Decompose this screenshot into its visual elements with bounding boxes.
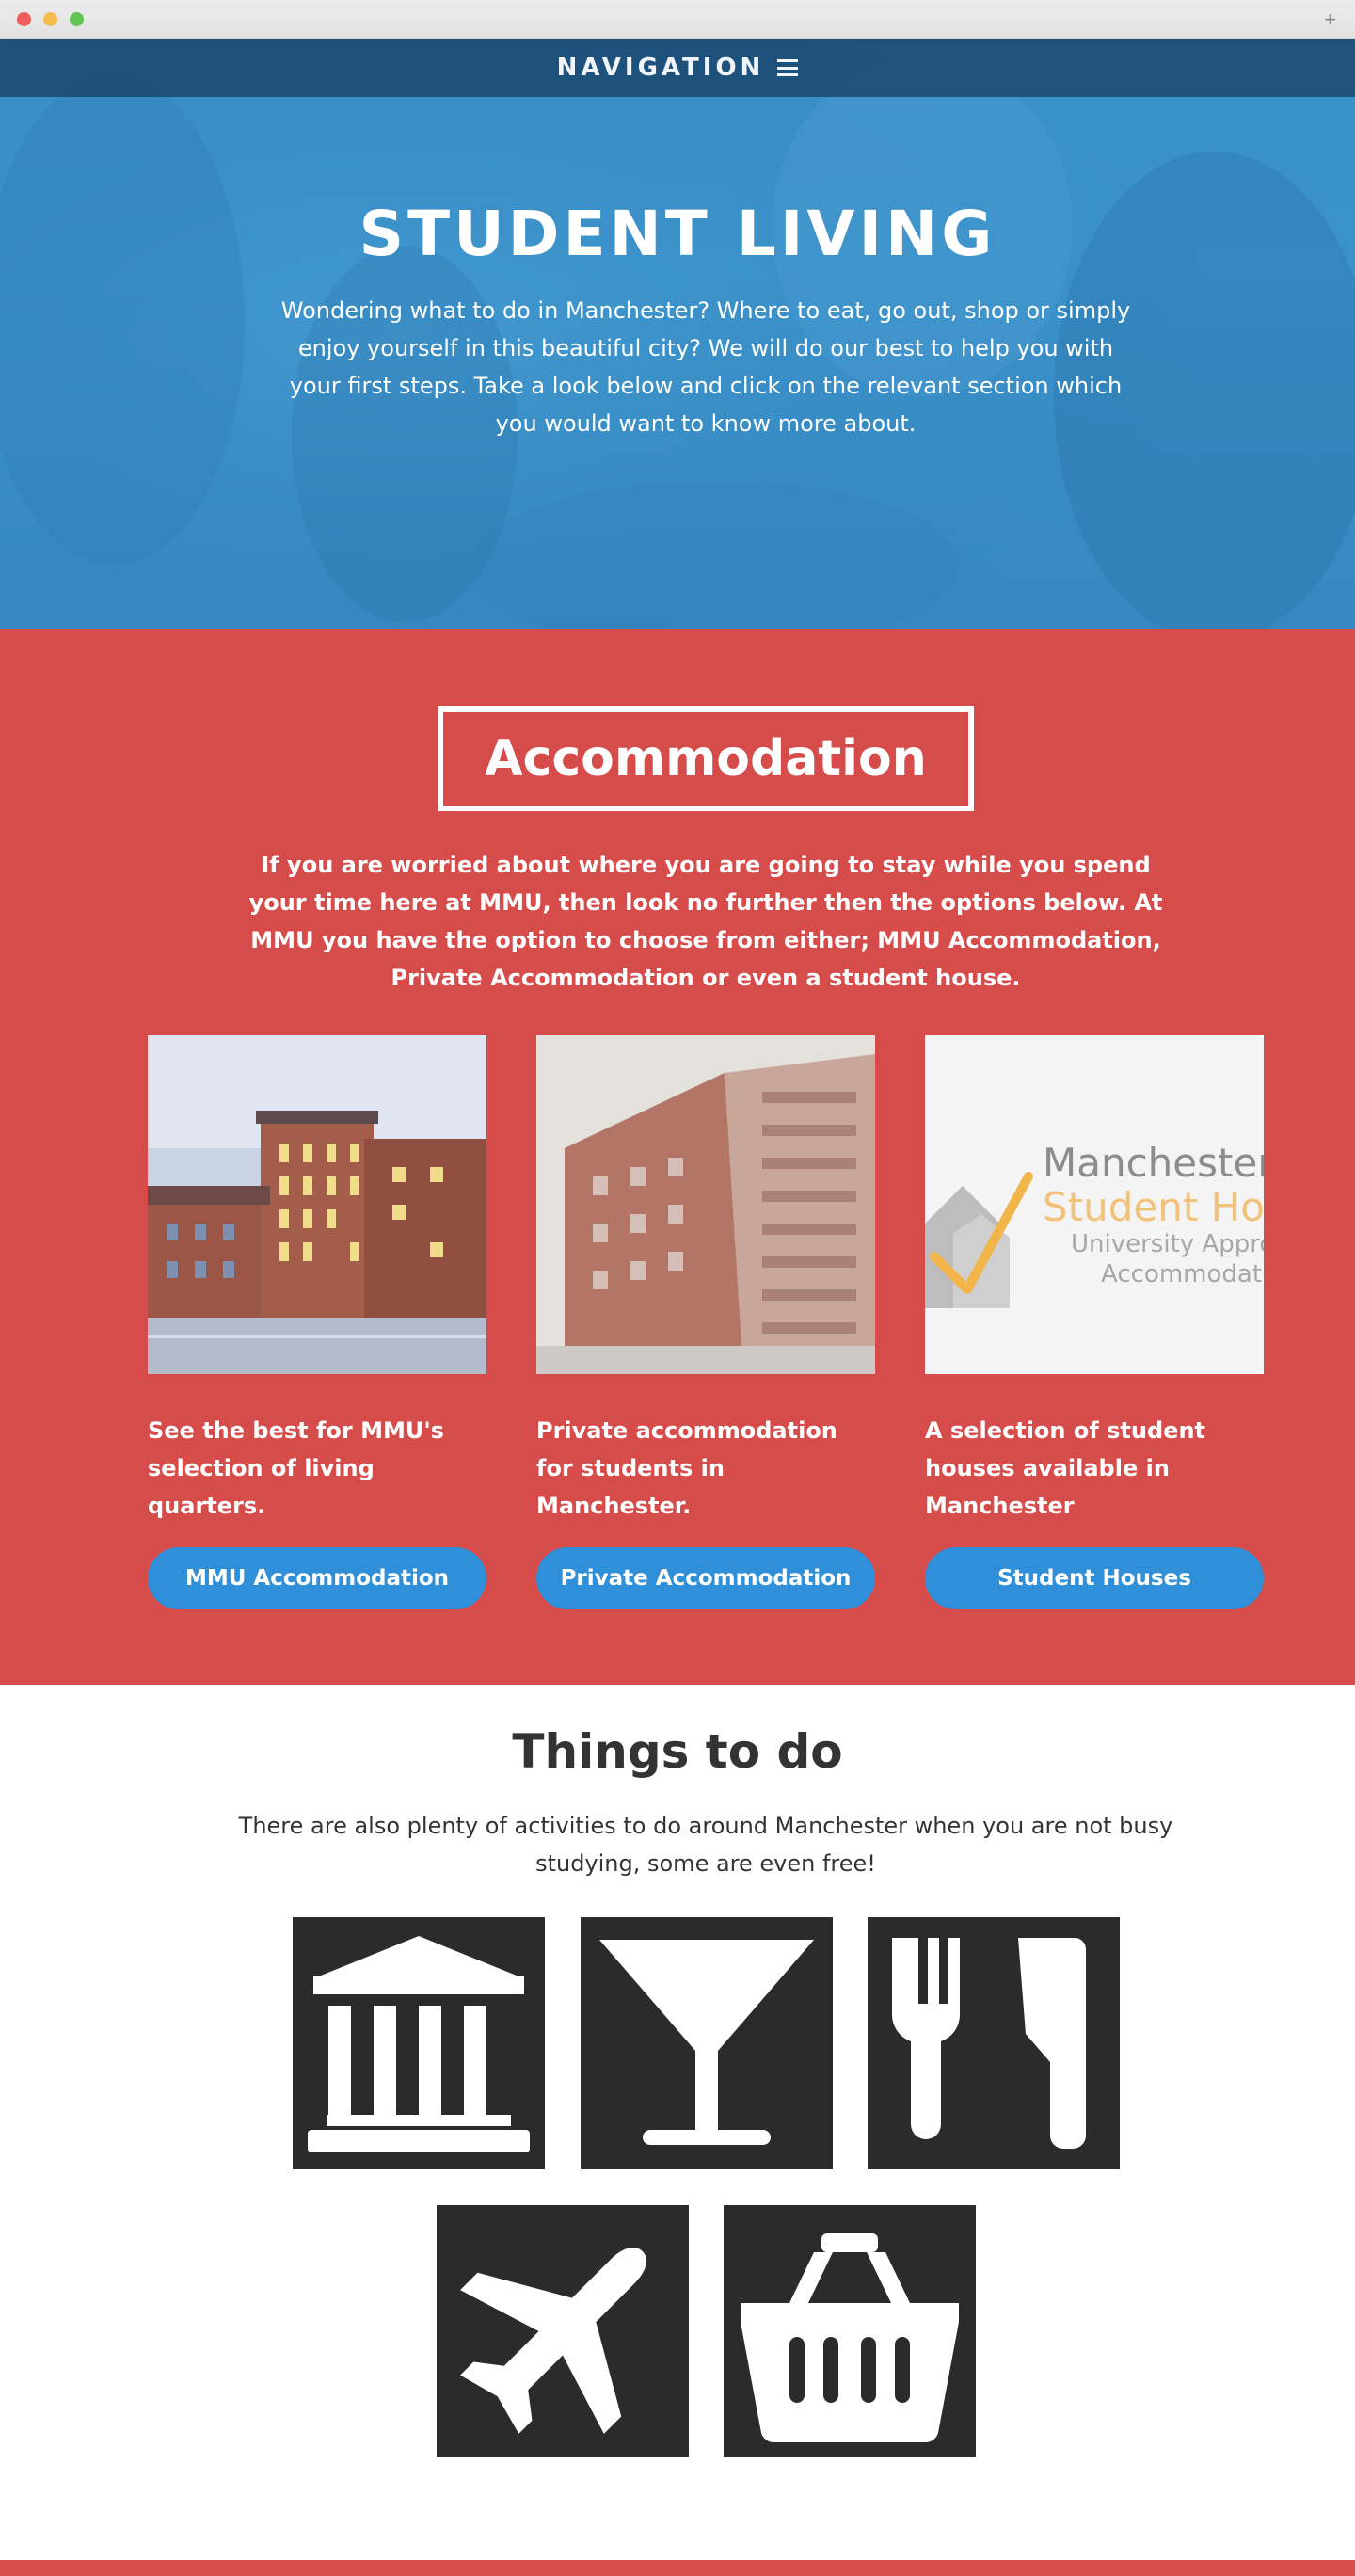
menu-icon[interactable] <box>777 59 799 76</box>
mmu-accommodation-button[interactable]: MMU Accommodation <box>148 1547 486 1609</box>
things-to-do-section: Things to do There are also plenty of ac… <box>0 1685 1355 2560</box>
logo-line-1: Manchester <box>1043 1140 1264 1186</box>
card-description: Private accommodation for students in Ma… <box>536 1417 837 1519</box>
airplane-icon[interactable] <box>437 2205 689 2457</box>
footer-bar <box>0 2560 1355 2576</box>
private-accommodation-image <box>536 1035 875 1374</box>
logo-line-2: Student Homes <box>1043 1184 1264 1230</box>
accommodation-title-box: Accommodation <box>438 706 974 811</box>
close-window-button[interactable] <box>17 12 31 26</box>
logo-line-4: Accommodation <box>1101 1260 1264 1288</box>
accommodation-intro: If you are worried about where you are g… <box>248 852 1163 991</box>
museum-icon[interactable] <box>293 1917 545 2169</box>
new-tab-icon[interactable]: + <box>1324 8 1336 32</box>
private-accommodation-button[interactable]: Private Accommodation <box>536 1547 875 1609</box>
card-description: See the best for MMU's selection of livi… <box>148 1417 444 1519</box>
accommodation-card-private: Private accommodation for students in Ma… <box>536 1035 875 1609</box>
things-text: There are also plenty of activities to d… <box>238 1813 1173 1877</box>
accommodation-section: Accommodation If you are worried about w… <box>0 629 1355 1685</box>
accommodation-card-student-houses: Manchester Student Homes University Appr… <box>925 1035 1264 1609</box>
cocktail-icon[interactable] <box>581 1917 833 2169</box>
accommodation-card-mmu: See the best for MMU's selection of livi… <box>148 1035 486 1609</box>
browser-chrome: + <box>0 0 1355 39</box>
card-description: A selection of student houses available … <box>925 1417 1205 1519</box>
things-title: Things to do <box>512 1724 843 1779</box>
minimize-window-button[interactable] <box>43 12 57 26</box>
navigation-label[interactable]: NAVIGATION <box>557 54 765 82</box>
student-houses-button[interactable]: Student Houses <box>925 1547 1264 1609</box>
manchester-student-homes-logo: Manchester Student Homes University Appr… <box>925 1035 1264 1374</box>
hero-title: STUDENT LIVING <box>359 198 996 270</box>
accommodation-title: Accommodation <box>485 730 927 787</box>
logo-line-3: University Approved <box>1071 1230 1264 1258</box>
maximize-window-button[interactable] <box>70 12 84 26</box>
hero-section: NAVIGATION STUDENT LIVING Wondering what… <box>0 39 1355 629</box>
restaurant-icon[interactable] <box>868 1917 1120 2169</box>
mmu-accommodation-image <box>148 1035 486 1374</box>
hero-text: Wondering what to do in Manchester? Wher… <box>280 297 1131 437</box>
navigation-bar: NAVIGATION <box>0 39 1355 97</box>
shopping-basket-icon[interactable] <box>724 2205 976 2457</box>
